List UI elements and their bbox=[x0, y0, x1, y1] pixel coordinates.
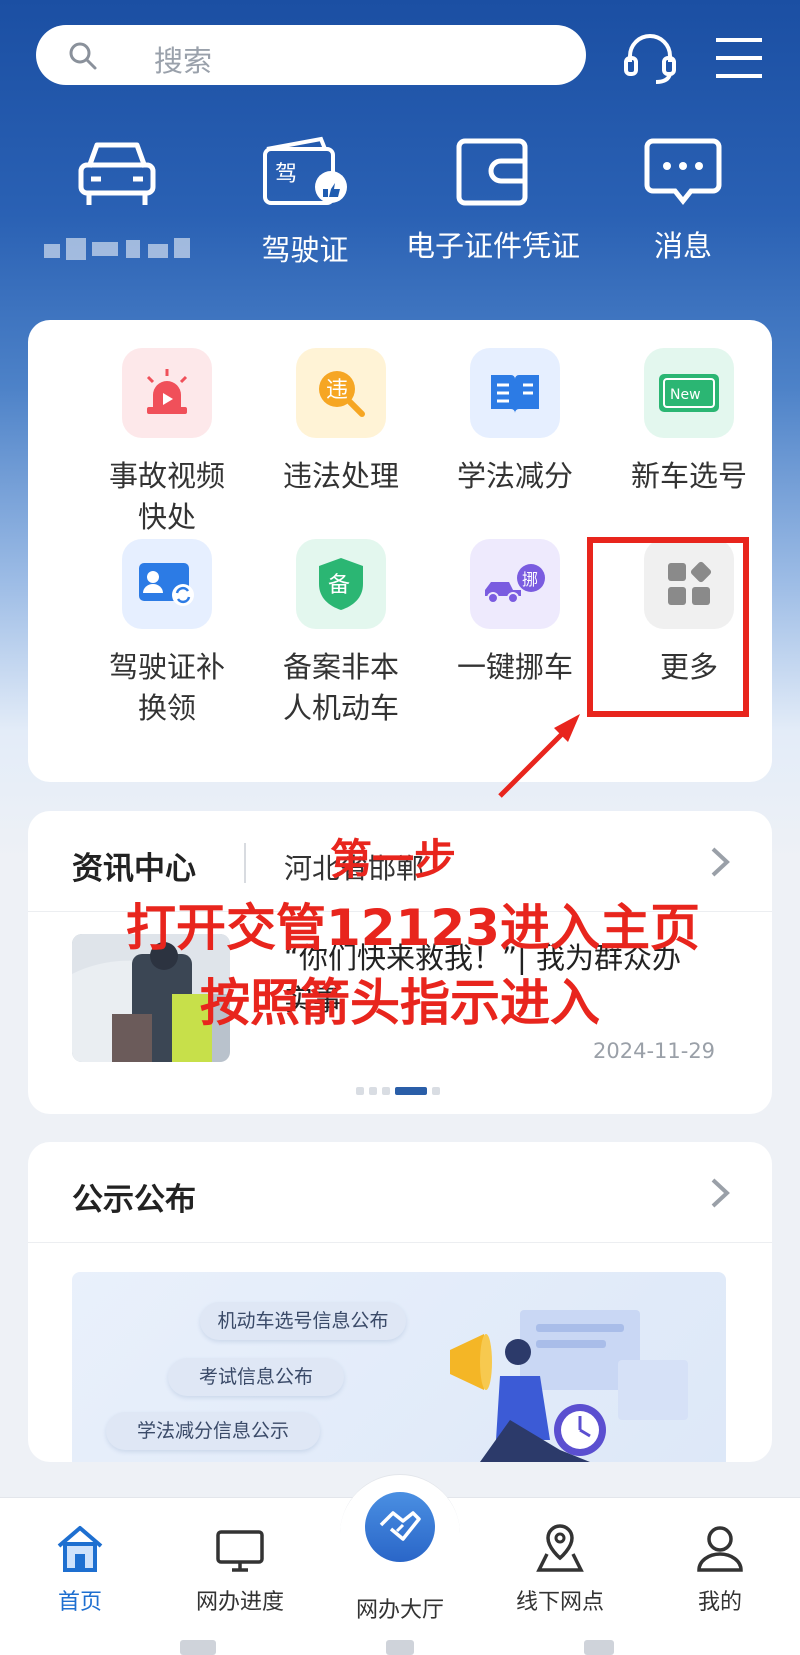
service-label: 一键挪车 bbox=[456, 650, 573, 684]
service-label: 违法处理 bbox=[282, 459, 399, 493]
service-label: 新车选号 bbox=[630, 459, 747, 493]
driver-license-icon: 驾 bbox=[263, 136, 347, 205]
quick-e-certificate[interactable]: 电子证件凭证 bbox=[403, 135, 583, 265]
accident-siren-icon bbox=[122, 348, 212, 438]
highlight-box bbox=[587, 537, 749, 717]
tab-label: 线下网点 bbox=[515, 1590, 604, 1615]
banner-pill: 机动车选号信息公布 bbox=[200, 1302, 406, 1340]
quick-messages-label: 消息 bbox=[653, 229, 712, 263]
search-icon bbox=[69, 42, 97, 70]
car-icon bbox=[78, 142, 156, 205]
book-icon bbox=[470, 348, 560, 438]
handshake-icon bbox=[379, 1511, 421, 1541]
user-icon bbox=[697, 1526, 743, 1572]
headset-icon[interactable] bbox=[620, 28, 680, 88]
system-nav-hint bbox=[180, 1640, 216, 1655]
system-nav-hint bbox=[386, 1640, 414, 1655]
tab-offline-points[interactable]: 线下网点 bbox=[490, 1522, 630, 1616]
notice-section-title: 公示公布 bbox=[72, 1182, 196, 1218]
chevron-right-icon[interactable] bbox=[708, 845, 732, 879]
quick-messages[interactable]: 消息 bbox=[593, 135, 773, 265]
svg-text:违: 违 bbox=[326, 378, 348, 403]
news-section-title: 资讯中心 bbox=[72, 851, 196, 887]
home-icon bbox=[57, 1526, 103, 1572]
service-move-car[interactable]: 挪 一键挪车 bbox=[428, 539, 602, 688]
service-label: 学法减分 bbox=[456, 459, 573, 493]
arrow-icon bbox=[498, 714, 580, 798]
new-plate-icon: New bbox=[644, 348, 734, 438]
annotation-line-1: 打开交管12123进入主页 bbox=[126, 899, 700, 957]
svg-text:New: New bbox=[670, 387, 701, 403]
service-study-law[interactable]: 学法减分 bbox=[428, 348, 602, 497]
tab-label: 首页 bbox=[57, 1590, 102, 1615]
service-record-vehicle[interactable]: 备 备案非本 人机动车 bbox=[254, 539, 428, 729]
megaphone-illustration bbox=[450, 1310, 688, 1462]
service-label: 驾驶证补 换领 bbox=[108, 650, 225, 725]
annotation-step: 第一步 bbox=[330, 835, 457, 884]
service-violation[interactable]: 违 违法处理 bbox=[254, 348, 428, 497]
news-date: 2024-11-29 bbox=[593, 1039, 716, 1063]
license-renew-icon bbox=[122, 539, 212, 629]
banner-pill: 考试信息公布 bbox=[168, 1358, 344, 1396]
map-pin-icon bbox=[536, 1524, 584, 1572]
tab-mine[interactable]: 我的 bbox=[650, 1522, 790, 1616]
menu-icon[interactable] bbox=[708, 28, 768, 88]
banner-pill: 学法减分信息公示 bbox=[106, 1412, 320, 1450]
svg-text:备: 备 bbox=[328, 573, 350, 598]
service-label: 事故视频 快处 bbox=[108, 459, 225, 534]
system-nav-hint bbox=[584, 1640, 614, 1655]
quick-driver-license-label: 驾驶证 bbox=[261, 233, 349, 267]
svg-text:挪: 挪 bbox=[522, 570, 538, 589]
quick-vehicle[interactable] bbox=[27, 135, 207, 223]
tab-progress[interactable]: 网办进度 bbox=[170, 1522, 310, 1616]
annotation-line-2: 按照箭头指示进入 bbox=[200, 974, 600, 1032]
shield-record-icon: 备 bbox=[296, 539, 386, 629]
tab-online-hall[interactable]: 网办大厅 bbox=[330, 1584, 470, 1624]
service-label: 备案非本 人机动车 bbox=[282, 650, 399, 725]
notice-card: 公示公布 机动车选号信息公布 考试信息公布 学法减分信息公示 bbox=[28, 1142, 772, 1462]
svg-text:驾: 驾 bbox=[275, 162, 297, 187]
tab-label: 网办大厅 bbox=[355, 1598, 444, 1623]
chevron-right-icon[interactable] bbox=[708, 1176, 732, 1210]
monitor-icon bbox=[216, 1530, 264, 1572]
quick-driver-license[interactable]: 驾 驾驶证 bbox=[215, 135, 395, 269]
divider bbox=[28, 1242, 772, 1243]
notice-banner[interactable]: 机动车选号信息公布 考试信息公布 学法减分信息公示 bbox=[72, 1272, 726, 1462]
carousel-indicator bbox=[356, 1087, 440, 1095]
tab-home[interactable]: 首页 bbox=[10, 1522, 150, 1616]
tab-label: 网办进度 bbox=[195, 1590, 284, 1615]
quick-e-certificate-label: 电子证件凭证 bbox=[405, 229, 580, 263]
search-placeholder: 搜索 bbox=[154, 44, 213, 78]
service-new-plate[interactable]: New 新车选号 bbox=[602, 348, 776, 497]
wallet-icon bbox=[456, 138, 528, 206]
tab-label: 我的 bbox=[697, 1590, 742, 1615]
service-license-renew[interactable]: 驾驶证补 换领 bbox=[80, 539, 254, 729]
service-accident-video[interactable]: 事故视频 快处 bbox=[80, 348, 254, 538]
message-icon bbox=[644, 138, 722, 206]
online-hall-button[interactable] bbox=[365, 1492, 435, 1562]
search-bar[interactable]: 搜索 bbox=[36, 25, 586, 85]
tow-truck-icon: 挪 bbox=[470, 539, 560, 629]
redacted-plate-label bbox=[44, 236, 194, 266]
divider bbox=[244, 843, 246, 883]
violation-search-icon: 违 bbox=[296, 348, 386, 438]
